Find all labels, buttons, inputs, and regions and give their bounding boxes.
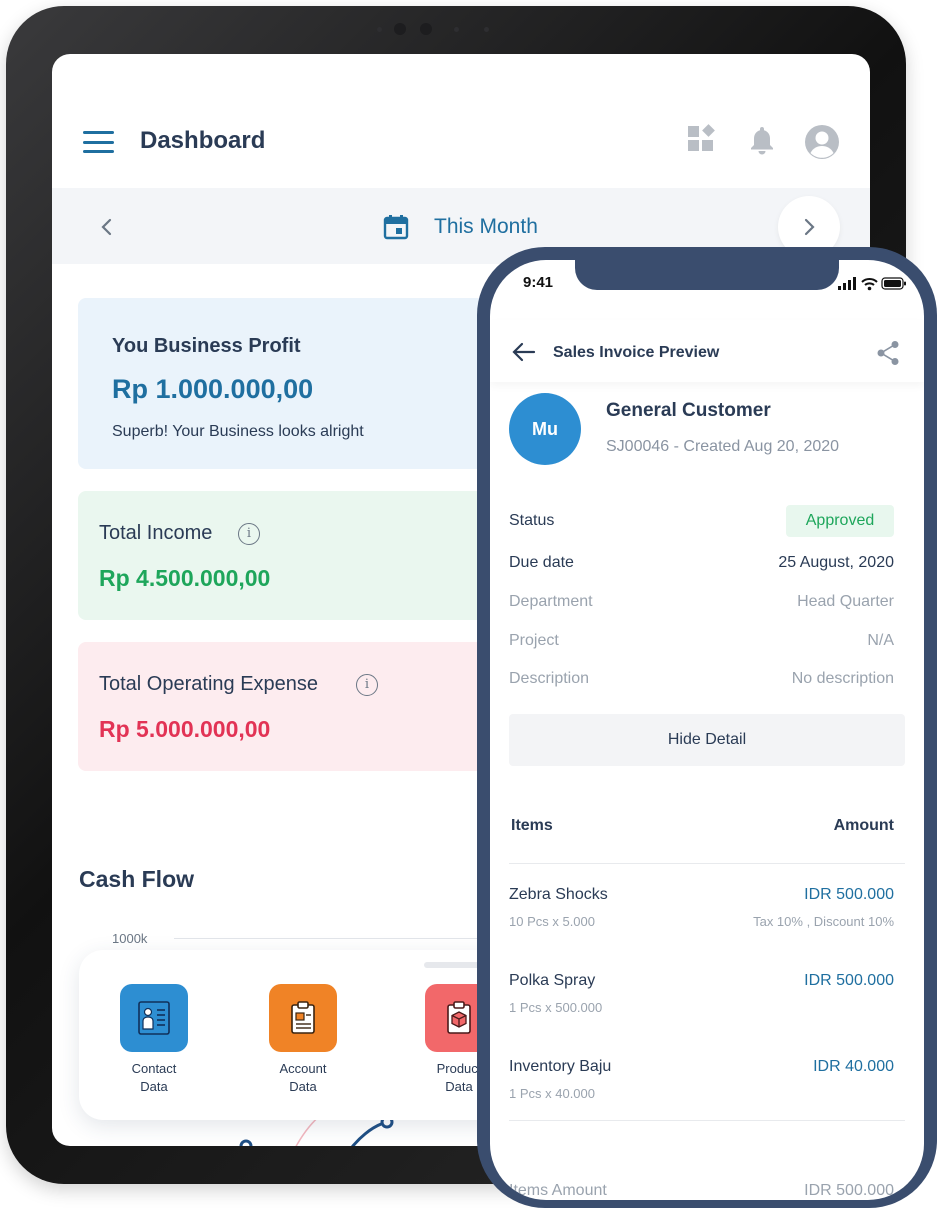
wifi-icon — [861, 278, 878, 291]
phone-screen: 9:41 Sales Invoice Preview Mu General Cu… — [490, 260, 924, 1200]
page-title: Dashboard — [140, 127, 266, 154]
item-name[interactable]: Zebra Shocks — [509, 886, 608, 904]
phone-notch — [575, 260, 839, 290]
department-label: Department — [509, 593, 593, 610]
contact-data-button[interactable]: Contact Data — [99, 984, 209, 1096]
item-amount: IDR 40.000 — [813, 1058, 894, 1075]
camera-dot — [420, 23, 432, 35]
status-label: Status — [509, 512, 555, 529]
info-icon[interactable]: i — [356, 674, 378, 696]
phone-device: 9:41 Sales Invoice Preview Mu General Cu… — [477, 247, 937, 1208]
income-card[interactable]: Total Income i Rp 4.500.000,00 — [78, 491, 508, 620]
chevron-left-icon[interactable] — [92, 212, 122, 242]
quick-menu-panel: Contact Data Account Data Product Data — [79, 950, 519, 1120]
user-avatar-icon[interactable] — [804, 124, 840, 160]
status-badge: Approved — [786, 505, 894, 537]
profit-value: Rp 1.000.000,00 — [112, 374, 314, 404]
item-tax-discount: Tax 10% , Discount 10% — [753, 914, 894, 929]
department-value: Head Quarter — [797, 593, 894, 610]
account-data-icon — [269, 984, 337, 1052]
item-name[interactable]: Inventory Baju — [509, 1058, 611, 1076]
expense-value: Rp 5.000.000,00 — [99, 716, 271, 742]
project-value: N/A — [867, 632, 894, 649]
bell-icon[interactable] — [746, 124, 778, 156]
menu-icon[interactable] — [83, 131, 114, 153]
expense-card[interactable]: Total Operating Expense i Rp 5.000.000,0… — [78, 642, 508, 771]
quick-menu-label: Account — [279, 1061, 327, 1076]
item-name[interactable]: Polka Spray — [509, 972, 595, 990]
customer-avatar: Mu — [509, 393, 581, 465]
items-header: Items — [511, 817, 553, 834]
item-detail: 1 Pcs x 500.000 — [509, 1000, 603, 1015]
income-title: Total Income — [99, 522, 213, 544]
chart-axis-label: 1000k — [112, 931, 148, 946]
period-label[interactable]: This Month — [434, 215, 538, 239]
camera-dot — [394, 23, 406, 35]
invoice-title: Sales Invoice Preview — [553, 344, 720, 361]
profit-title: You Business Profit — [112, 335, 301, 357]
contact-data-icon — [120, 984, 188, 1052]
items-amount-label: Items Amount — [509, 1182, 607, 1199]
cash-flow-title: Cash Flow — [79, 866, 195, 892]
invoice-info: SJ00046 - Created Aug 20, 2020 — [606, 438, 840, 455]
item-detail: 10 Pcs x 5.000 — [509, 914, 595, 929]
profit-card[interactable]: You Business Profit Rp 1.000.000,00 Supe… — [78, 298, 508, 469]
customer-name: General Customer — [606, 400, 771, 421]
description-label: Description — [509, 670, 590, 687]
divider — [509, 863, 905, 864]
due-date-label: Due date — [509, 554, 574, 571]
quick-menu-label: Contact — [131, 1061, 177, 1076]
item-amount: IDR 500.000 — [804, 972, 894, 989]
item-amount: IDR 500.000 — [804, 886, 894, 903]
status-time: 9:41 — [523, 274, 554, 291]
signal-icon — [838, 277, 856, 290]
quick-menu-label: Data — [289, 1079, 317, 1094]
divider — [509, 1120, 905, 1121]
sensor-dot — [484, 27, 489, 32]
expense-title: Total Operating Expense — [99, 673, 319, 695]
income-value: Rp 4.500.000,00 — [99, 565, 271, 591]
due-date-value: 25 August, 2020 — [778, 554, 894, 571]
share-icon[interactable] — [876, 340, 900, 366]
item-detail: 1 Pcs x 40.000 — [509, 1086, 595, 1101]
profit-message: Superb! Your Business looks alright — [112, 423, 364, 440]
status-icons — [838, 277, 906, 291]
calendar-icon — [383, 215, 409, 240]
info-icon[interactable]: i — [238, 523, 260, 545]
sensor-dot — [377, 27, 382, 32]
account-data-button[interactable]: Account Data — [248, 984, 358, 1096]
project-label: Project — [509, 632, 559, 649]
back-arrow-icon[interactable] — [510, 338, 538, 366]
sensor-dot — [454, 27, 459, 32]
description-value: No description — [791, 670, 894, 687]
apps-icon[interactable] — [686, 124, 716, 154]
invoice-header: Sales Invoice Preview — [490, 320, 924, 382]
amount-header: Amount — [833, 817, 894, 834]
hide-detail-button[interactable]: Hide Detail — [509, 714, 905, 766]
quick-menu-label: Data — [140, 1079, 168, 1094]
items-amount-value: IDR 500.000 — [804, 1182, 894, 1199]
chevron-right-icon — [804, 218, 815, 236]
battery-icon — [881, 277, 906, 290]
